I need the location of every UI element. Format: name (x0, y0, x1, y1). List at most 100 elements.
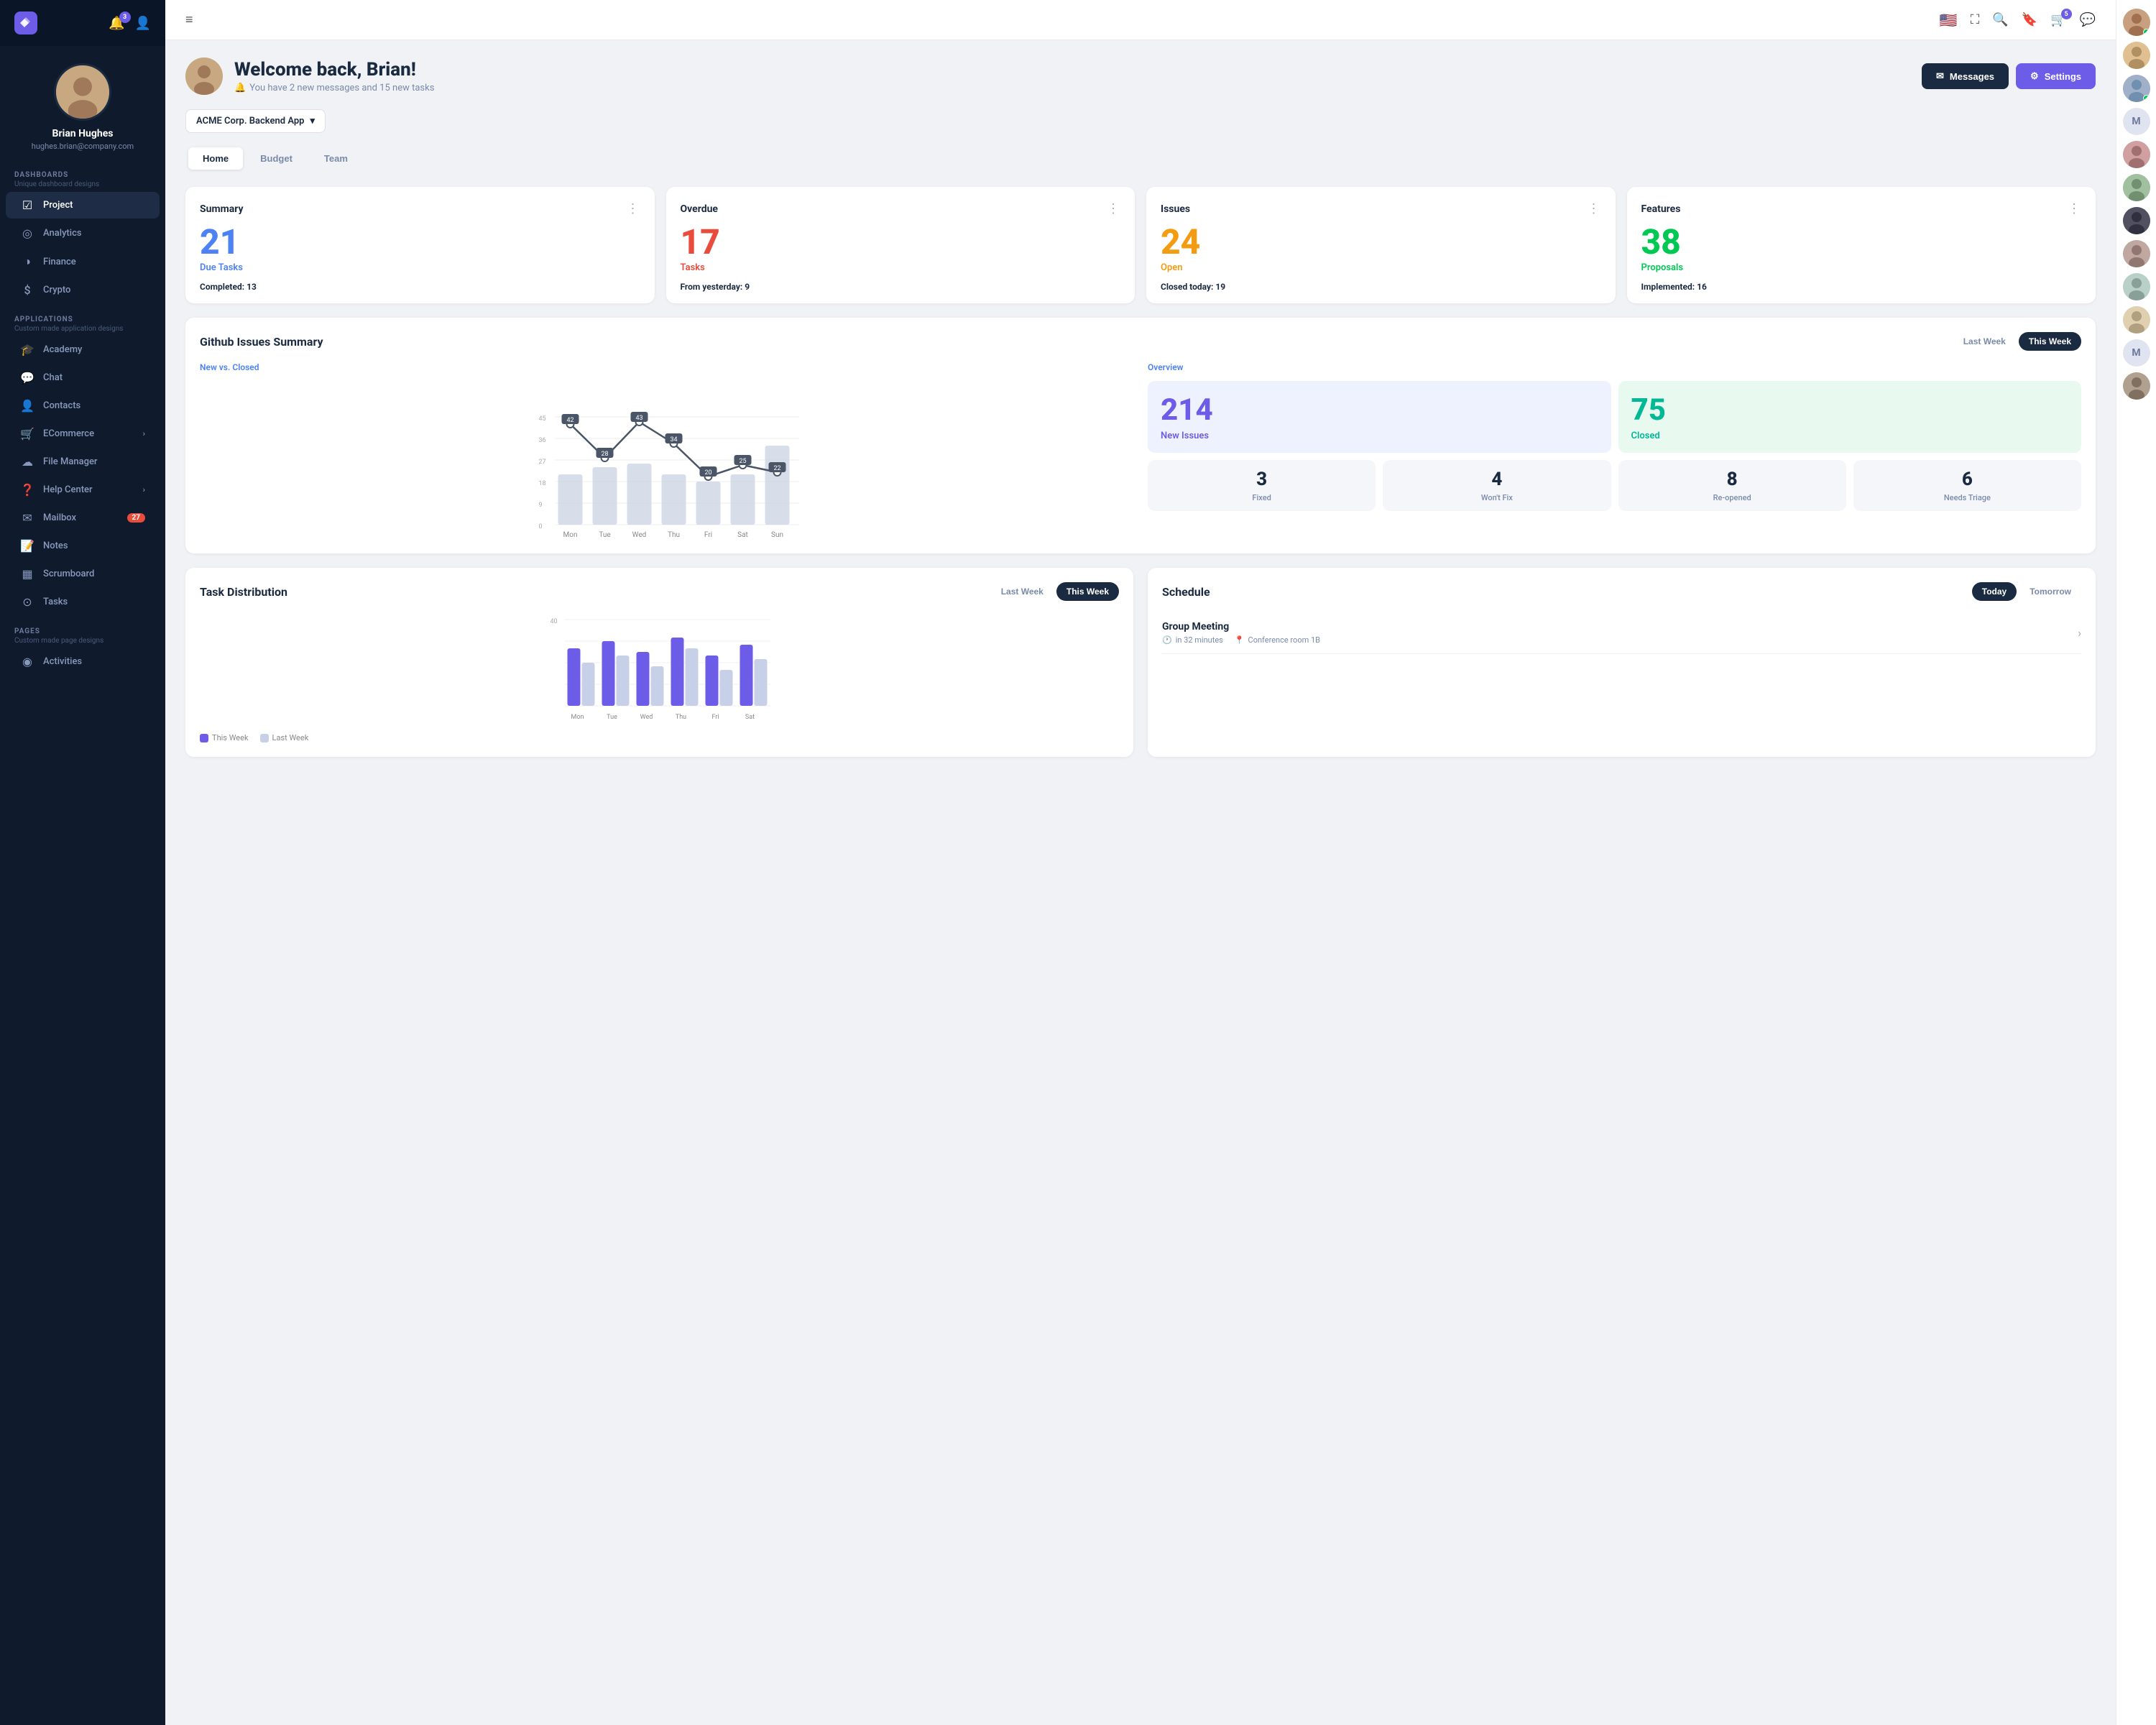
rs-avatar-m2[interactable]: M (2123, 339, 2150, 367)
scrumboard-icon: ▦ (20, 567, 34, 581)
features-menu-icon[interactable]: ⋮ (2068, 201, 2081, 216)
issues-menu-icon[interactable]: ⋮ (1588, 201, 1601, 216)
app-logo[interactable] (14, 12, 37, 34)
flag-icon[interactable]: 🇺🇸 (1940, 12, 1958, 29)
schedule-header: Schedule Today Tomorrow (1162, 582, 2081, 601)
messages-topbar-icon[interactable]: 💬 (2080, 12, 2096, 27)
task-this-week-button[interactable]: This Week (1056, 582, 1119, 601)
tab-team[interactable]: Team (310, 147, 362, 170)
schedule-toggle: Today Tomorrow (1972, 582, 2081, 601)
chart-label: New vs. Closed (200, 362, 1133, 372)
welcome-subtitle: 🔔 You have 2 new messages and 15 new tas… (234, 83, 434, 93)
sidebar-item-notes[interactable]: 📝 Notes (6, 533, 160, 559)
project-selector[interactable]: ACME Corp. Backend App ▾ (185, 109, 326, 133)
tab-budget[interactable]: Budget (246, 147, 307, 170)
notification-bell-icon[interactable]: 🔔 3 (109, 16, 124, 31)
rs-avatar-m1[interactable]: M (2123, 108, 2150, 135)
overview-area: Overview 214 New Issues 75 Closed (1148, 362, 2081, 539)
sidebar-item-academy[interactable]: 🎓 Academy (6, 336, 160, 363)
task-distribution-card: Task Distribution Last Week This Week 40 (185, 568, 1133, 757)
rs-avatar-1[interactable] (2123, 9, 2150, 36)
section-pages: PAGES Custom made page designs (0, 616, 165, 648)
sidebar-item-contacts[interactable]: 👤 Contacts (6, 392, 160, 419)
svg-text:36: 36 (539, 437, 546, 444)
sidebar-item-helpcenter[interactable]: ❓ Help Center › (6, 477, 160, 503)
rs-avatar-8[interactable] (2123, 240, 2150, 267)
stat-footer-summary: Completed: 13 (200, 282, 640, 292)
summary-menu-icon[interactable]: ⋮ (627, 201, 640, 216)
settings-button[interactable]: ⚙ Settings (2016, 63, 2096, 89)
sidebar-item-analytics[interactable]: ◎ Analytics (6, 220, 160, 247)
sidebar-item-label-notes: Notes (43, 540, 68, 551)
sidebar-item-label-analytics: Analytics (43, 228, 82, 239)
schedule-item-group-meeting: Group Meeting 🕐 in 32 minutes 📍 Conferen… (1162, 612, 2081, 654)
search-icon[interactable]: 🔍 (1992, 12, 2008, 27)
location-icon: 📍 (1235, 635, 1245, 645)
sidebar-item-filemanager[interactable]: ☁ File Manager (6, 448, 160, 475)
rs-avatar-5[interactable] (2123, 141, 2150, 168)
cart-icon[interactable]: 🛒 5 (2050, 12, 2066, 27)
sidebar-item-mailbox[interactable]: ✉ Mailbox 27 (6, 505, 160, 531)
overdue-menu-icon[interactable]: ⋮ (1107, 201, 1120, 216)
project-selector-label: ACME Corp. Backend App (196, 116, 304, 126)
sidebar-item-ecommerce[interactable]: 🛒 ECommerce › (6, 420, 160, 447)
welcome-heading: Welcome back, Brian! (234, 59, 434, 80)
legend-last-week: Last Week (260, 733, 309, 742)
rs-avatar-6[interactable] (2123, 174, 2150, 201)
cart-badge: 5 (2061, 9, 2072, 19)
task-distribution-header: Task Distribution Last Week This Week (200, 582, 1119, 601)
sidebar-item-label-tasks: Tasks (43, 597, 68, 607)
sidebar-item-finance[interactable]: ◑ Finance (6, 248, 160, 275)
stat-label-issues: Open (1161, 262, 1601, 273)
wont-fix-label: Won't Fix (1391, 493, 1602, 502)
stat-card-title-summary: Summary (200, 203, 244, 215)
stat-card-overdue: Overdue ⋮ 17 Tasks From yesterday: 9 (666, 187, 1135, 303)
chart-area: New vs. Closed 0 9 18 27 36 45 (200, 362, 1133, 539)
crypto-icon: $ (20, 283, 34, 297)
hamburger-menu-icon[interactable]: ≡ (185, 12, 193, 27)
user-profile-section: Brian Hughes hughes.brian@company.com (0, 46, 165, 160)
sidebar-item-project[interactable]: ☑ Project (6, 192, 160, 218)
rs-avatar-12[interactable] (2123, 372, 2150, 400)
rs-avatar-9[interactable] (2123, 273, 2150, 300)
today-button[interactable]: Today (1972, 582, 2017, 601)
user-profile-icon[interactable]: 👤 (135, 16, 151, 31)
sidebar-item-label-mailbox: Mailbox (43, 512, 76, 523)
left-sidebar: 🔔 3 👤 Brian Hughes hughes.brian@company.… (0, 0, 165, 1725)
rs-avatar-10[interactable] (2123, 306, 2150, 334)
tomorrow-button[interactable]: Tomorrow (2019, 582, 2081, 601)
schedule-title: Schedule (1162, 585, 1210, 599)
chart-container: 0 9 18 27 36 45 (200, 381, 1133, 539)
task-dist-toggle: Last Week This Week (991, 582, 1119, 601)
stat-card-features: Features ⋮ 38 Proposals Implemented: 16 (1627, 187, 2096, 303)
rs-avatar-7[interactable] (2123, 207, 2150, 234)
tab-home[interactable]: Home (188, 147, 243, 170)
svg-text:18: 18 (539, 480, 546, 487)
rs-avatar-2[interactable] (2123, 42, 2150, 69)
github-last-week-button[interactable]: Last Week (1953, 332, 2016, 351)
sidebar-item-label-helpcenter: Help Center (43, 484, 93, 495)
task-last-week-button[interactable]: Last Week (991, 582, 1054, 601)
sidebar-item-tasks[interactable]: ⊙ Tasks (6, 589, 160, 615)
svg-text:22: 22 (773, 465, 780, 472)
svg-text:40: 40 (550, 618, 558, 625)
schedule-item-arrow-icon[interactable]: › (2078, 626, 2081, 640)
legend-this-week-label: This Week (212, 733, 249, 742)
fullscreen-icon[interactable]: ⛶ (1971, 12, 1980, 27)
sidebar-item-crypto[interactable]: $ Crypto (6, 277, 160, 303)
sidebar-item-chat[interactable]: 💬 Chat (6, 364, 160, 391)
svg-text:Fri: Fri (711, 714, 719, 721)
topbar: ≡ 🇺🇸 ⛶ 🔍 🔖 🛒 5 💬 (165, 0, 2116, 40)
sidebar-item-scrumboard[interactable]: ▦ Scrumboard (6, 561, 160, 587)
section-sub-dashboards: Unique dashboard designs (14, 180, 151, 188)
github-this-week-button[interactable]: This Week (2019, 332, 2081, 351)
bookmark-icon[interactable]: 🔖 (2022, 12, 2037, 27)
bell-subtitle-icon: 🔔 (234, 83, 246, 93)
sidebar-item-activities[interactable]: ◉ Activities (6, 648, 160, 675)
overview-label: Overview (1148, 362, 2081, 372)
tasks-icon: ⊙ (20, 595, 34, 609)
messages-button[interactable]: ✉ Messages (1922, 63, 2009, 89)
rs-avatar-3[interactable] (2123, 75, 2150, 102)
topbar-right: 🇺🇸 ⛶ 🔍 🔖 🛒 5 💬 (1940, 12, 2096, 29)
contacts-icon: 👤 (20, 399, 34, 413)
